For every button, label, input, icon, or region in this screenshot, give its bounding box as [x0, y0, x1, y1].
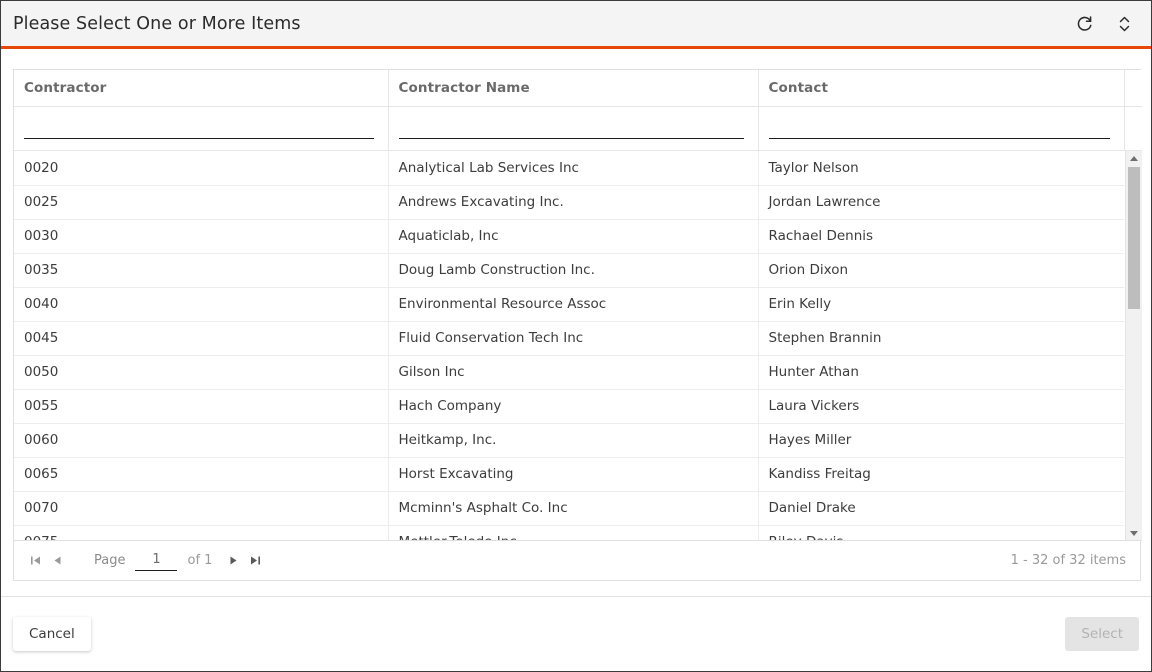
cell-contractor_name: Hach Company — [388, 389, 759, 424]
cell-contractor: 0035 — [14, 253, 389, 288]
cell-contractor: 0070 — [14, 491, 389, 526]
dialog-footer: Cancel Select — [1, 596, 1151, 671]
cell-contact: Hunter Athan — [758, 355, 1124, 390]
filter-input-contractor-name[interactable] — [398, 116, 744, 139]
filter-cell-contractor — [14, 106, 389, 151]
grid-body-viewport: 0020 Analytical Lab Services Inc Taylor Ne… — [14, 151, 1142, 541]
cell-contractor: 0075 — [14, 525, 389, 540]
table-row[interactable]: 0020 Analytical Lab Services Inc Taylor Ne… — [14, 151, 1124, 186]
table-row[interactable]: 0065 Horst Excavating Kandiss Freitag — [14, 457, 1124, 492]
cell-contact: Taylor Nelson — [758, 151, 1124, 186]
table-row[interactable]: 0055 Hach Company Laura Vickers — [14, 389, 1124, 424]
cell-contractor: 0025 — [14, 185, 389, 220]
cell-contractor: 0040 — [14, 287, 389, 322]
column-header-contractor-name[interactable]: Contractor Name — [388, 70, 759, 107]
column-header-scroll-spacer — [1124, 70, 1142, 107]
pager-page-label: Page — [94, 553, 126, 568]
cell-contact: Orion Dixon — [758, 253, 1124, 288]
cell-contractor_name: Horst Excavating — [388, 457, 759, 492]
dialog-titlebar: Please Select One or More Items — [1, 1, 1151, 49]
table-row[interactable]: 0050 Gilson Inc Hunter Athan — [14, 355, 1124, 390]
cell-contractor_name: Andrews Excavating Inc. — [388, 185, 759, 220]
cell-contact: Rachael Dennis — [758, 219, 1124, 254]
grid-body: 0020 Analytical Lab Services Inc Taylor Ne… — [14, 151, 1124, 540]
grid-header-table: Contractor Contractor Name Contact — [14, 70, 1142, 151]
cell-contractor: 0030 — [14, 219, 389, 254]
cell-contractor: 0060 — [14, 423, 389, 458]
cell-contractor_name: Analytical Lab Services Inc — [388, 151, 759, 186]
cell-contractor_name: Gilson Inc — [388, 355, 759, 390]
cell-contractor_name: Aquaticlab, Inc — [388, 219, 759, 254]
grid-header: Contractor Contractor Name Contact — [14, 70, 1142, 151]
grid-vertical-scrollbar[interactable] — [1125, 151, 1142, 540]
previous-page-icon[interactable] — [46, 550, 68, 572]
cell-contractor: 0020 — [14, 151, 389, 186]
cell-contractor_name: Mcminn's Asphalt Co. Inc — [388, 491, 759, 526]
table-row[interactable]: 0070 Mcminn's Asphalt Co. Inc Daniel Drake — [14, 491, 1124, 526]
cell-contact: Kandiss Freitag — [758, 457, 1124, 492]
refresh-icon[interactable] — [1071, 11, 1097, 37]
cell-contact: Erin Kelly — [758, 287, 1124, 322]
column-header-contact[interactable]: Contact — [758, 70, 1125, 107]
grid-body-table: 0020 Analytical Lab Services Inc Taylor Ne… — [14, 151, 1124, 540]
page-number-input[interactable] — [135, 550, 178, 571]
filter-input-contact[interactable] — [768, 116, 1110, 139]
cell-contractor: 0065 — [14, 457, 389, 492]
cell-contractor_name: Heitkamp, Inc. — [388, 423, 759, 458]
table-row[interactable]: 0045 Fluid Conservation Tech Inc Stephen B… — [14, 321, 1124, 356]
scroll-down-icon[interactable] — [1126, 526, 1142, 540]
pager-item-count: 1 - 32 of 32 items — [1010, 553, 1126, 568]
first-page-icon[interactable] — [24, 550, 46, 572]
scroll-up-icon[interactable] — [1126, 151, 1142, 166]
table-row[interactable]: 0075Mettler-Toledo IncRiley Davis — [14, 525, 1124, 540]
cell-contact: Riley Davis — [758, 525, 1124, 540]
cell-contact: Jordan Lawrence — [758, 185, 1124, 220]
filter-input-contractor[interactable] — [24, 116, 374, 139]
pager-controls: Page of 1 — [24, 550, 266, 572]
contractor-grid: Contractor Contractor Name Contact 0020 … — [13, 69, 1142, 541]
cell-contractor_name: Doug Lamb Construction Inc. — [388, 253, 759, 288]
titlebar-actions — [1071, 11, 1137, 37]
table-row[interactable]: 0030 Aquaticlab, Inc Rachael Dennis — [14, 219, 1124, 254]
column-header-row: Contractor Contractor Name Contact — [14, 70, 1142, 107]
filter-cell-contractor-name — [388, 106, 759, 151]
cell-contact: Laura Vickers — [758, 389, 1124, 424]
cancel-button[interactable]: Cancel — [13, 617, 91, 651]
select-button[interactable]: Select — [1065, 617, 1139, 651]
cell-contact: Hayes Miller — [758, 423, 1124, 458]
scrollbar-thumb[interactable] — [1128, 167, 1140, 309]
expand-collapse-icon[interactable] — [1111, 11, 1137, 37]
dialog-title: Please Select One or More Items — [13, 13, 301, 34]
last-page-icon[interactable] — [244, 550, 266, 572]
column-header-contractor[interactable]: Contractor — [14, 70, 389, 107]
table-row[interactable]: 0040 Environmental Resource Assoc Erin Kel… — [14, 287, 1124, 322]
filter-scroll-spacer — [1124, 106, 1142, 151]
filter-cell-contact — [758, 106, 1125, 151]
table-row[interactable]: 0025 Andrews Excavating Inc. Jordan Lawren… — [14, 185, 1124, 220]
grid-pager: Page of 1 1 - 32 of 32 items — [13, 541, 1141, 581]
pager-of-label: of 1 — [187, 553, 213, 568]
cell-contractor_name: Fluid Conservation Tech Inc — [388, 321, 759, 356]
table-row[interactable]: 0060 Heitkamp, Inc. Hayes Miller — [14, 423, 1124, 458]
cell-contractor_name: Environmental Resource Assoc — [388, 287, 759, 322]
cell-contractor: 0050 — [14, 355, 389, 390]
cell-contractor_name: Mettler-Toledo Inc — [388, 525, 759, 540]
cell-contact: Stephen Brannin — [758, 321, 1124, 356]
select-items-dialog: Please Select One or More Items Contract… — [0, 0, 1152, 672]
next-page-icon[interactable] — [222, 550, 244, 572]
cell-contractor: 0055 — [14, 389, 389, 424]
cell-contractor: 0045 — [14, 321, 389, 356]
cell-contact: Daniel Drake — [758, 491, 1124, 526]
table-row[interactable]: 0035 Doug Lamb Construction Inc. Orion Dix… — [14, 253, 1124, 288]
filter-row — [14, 106, 1142, 151]
